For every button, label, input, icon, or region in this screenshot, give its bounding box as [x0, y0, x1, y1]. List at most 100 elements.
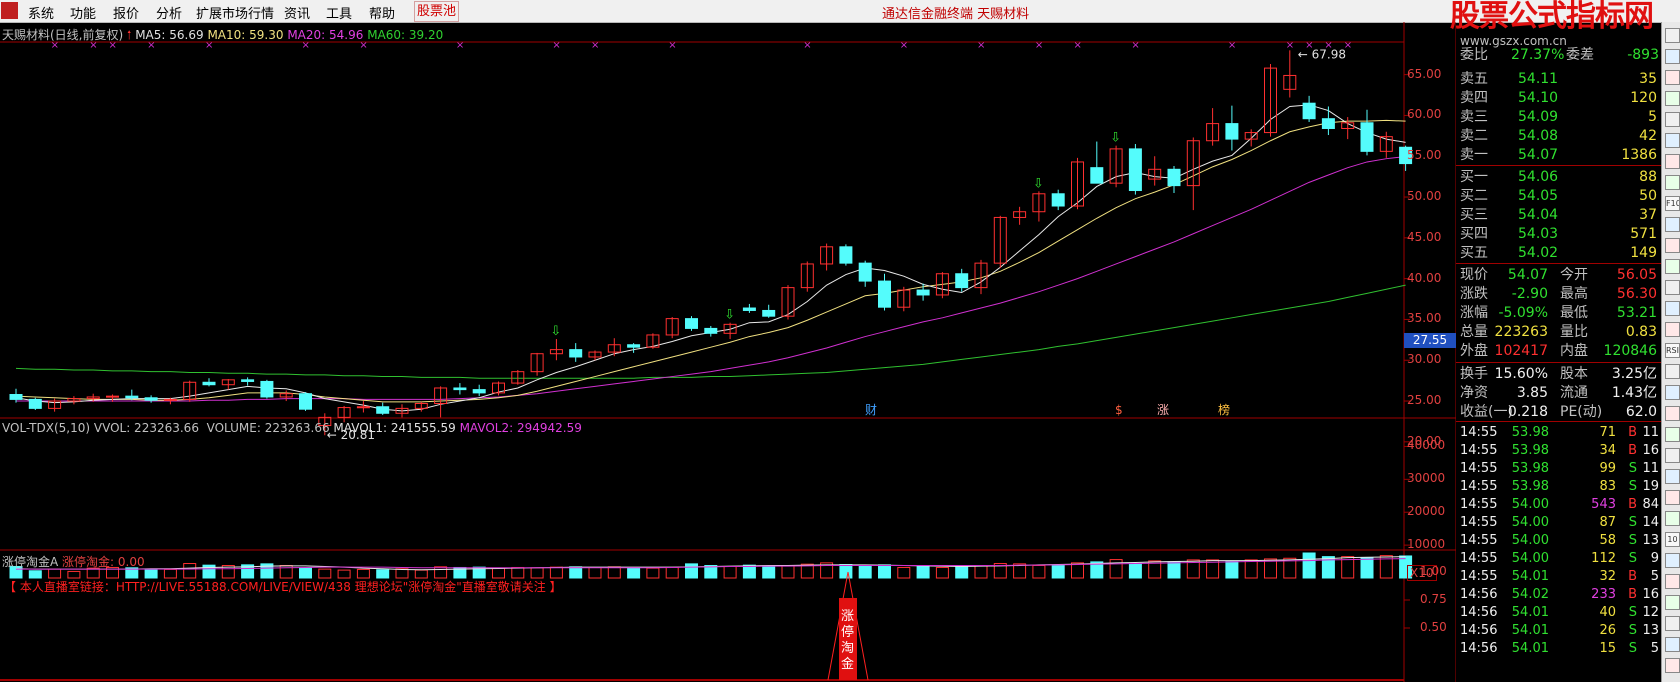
refresh-icon[interactable]: [1665, 28, 1680, 43]
volume-bar: [781, 565, 795, 579]
indicator-notice[interactable]: 【 本人直播室链接：HTTP://LIVE.55188.COM/LIVE/VIE…: [4, 578, 562, 595]
panel-cell: 9: [1650, 551, 1659, 566]
ind-y-label: 1.00: [1420, 564, 1447, 578]
plus-icon[interactable]: [1665, 385, 1680, 400]
panel-cell: S: [1628, 479, 1637, 494]
link-icon[interactable]: [1665, 595, 1680, 610]
note-icon[interactable]: [1665, 574, 1680, 589]
help-icon[interactable]: [1665, 511, 1680, 526]
volume-bar: [935, 566, 949, 579]
panel-cell: 今开: [1560, 267, 1588, 283]
volume-bar: [1128, 563, 1142, 579]
panel-cell: 卖三: [1460, 109, 1488, 125]
side-toolbar: F10 RSI 10: [1661, 22, 1680, 682]
bar-icon[interactable]: [1665, 112, 1680, 127]
panel-cell: 56.05: [1616, 267, 1657, 283]
panel-cell: 0.218: [1507, 404, 1548, 420]
bid-row: 买二 54.05 50: [1456, 187, 1661, 206]
main-y-label: 65.00: [1407, 66, 1442, 81]
num-icon[interactable]: 10: [1665, 532, 1680, 547]
candle-body: [1167, 168, 1181, 187]
pie-icon[interactable]: [1665, 301, 1680, 316]
volume-bar: [955, 565, 969, 579]
panel-cell: 50: [1639, 188, 1657, 204]
main-y-label: 45.00: [1407, 229, 1442, 244]
flow-icon[interactable]: [1665, 322, 1680, 337]
flag-icon[interactable]: [1665, 637, 1680, 652]
calc-icon[interactable]: [1665, 238, 1680, 253]
vol-y-label: 30000: [1407, 471, 1446, 486]
candle-body: [260, 380, 274, 398]
star-icon[interactable]: [1665, 658, 1680, 673]
panel-cell: S: [1628, 515, 1637, 530]
top-marker-icon: ×: [1074, 40, 1082, 51]
tick-icon[interactable]: [1665, 154, 1680, 169]
main-y-label: 30.00: [1407, 352, 1442, 367]
main-chart-legend: 天赐材料(日线,前复权) 🠑 MA5: 56.69 MA10: 59.30 MA…: [2, 26, 443, 47]
news-icon[interactable]: [1665, 217, 1680, 232]
volume-bar: [858, 565, 872, 579]
panel-cell: 最低: [1560, 305, 1588, 321]
volume-bar: [685, 563, 698, 579]
panel-cell: 54.11: [1518, 71, 1559, 87]
main-y-label: 25.00: [1407, 393, 1442, 408]
panel-cell: 外盘: [1460, 343, 1488, 359]
hand-icon[interactable]: [1665, 616, 1680, 631]
event-marker-1: $: [1115, 403, 1123, 417]
panel-cell: 54.10: [1518, 90, 1559, 106]
volume-bar: [318, 568, 332, 579]
zoom-icon[interactable]: [1665, 469, 1680, 484]
info-icon[interactable]: [1665, 364, 1680, 379]
panel-cell: 40: [1599, 605, 1616, 620]
stat-row: 现价 54.07 今开 56.05: [1456, 266, 1661, 285]
down-arrow-icon: ⇩: [1110, 131, 1121, 146]
panel-cell: 58: [1599, 533, 1616, 548]
panel-cell: -893: [1627, 47, 1659, 63]
volume-bar: [569, 566, 583, 579]
panel-cell: S: [1628, 605, 1637, 620]
tick-row: 14:56 54.01 26 S 13: [1456, 622, 1661, 640]
fund-row: 净资 3.85 流通 1.43亿: [1456, 384, 1661, 403]
candle-body: [163, 398, 177, 401]
list-icon[interactable]: [1665, 49, 1680, 64]
panel-cell: 87: [1599, 515, 1616, 530]
panel-cell: 34: [1599, 443, 1616, 458]
minus-icon[interactable]: [1665, 406, 1680, 421]
layout-icon[interactable]: [1665, 259, 1680, 274]
indicator-signal-char: 涨: [841, 609, 854, 624]
pen-icon[interactable]: [1665, 448, 1680, 463]
candle-body: [144, 397, 158, 401]
cog-icon[interactable]: [1665, 490, 1680, 505]
rsi-icon[interactable]: RSI: [1665, 343, 1680, 358]
line-icon[interactable]: [1665, 133, 1680, 148]
move-icon[interactable]: [1665, 427, 1680, 442]
stack-icon[interactable]: [1665, 280, 1680, 295]
panel-cell: 14:55: [1460, 461, 1498, 476]
check-icon[interactable]: [1665, 553, 1680, 568]
grid-icon[interactable]: [1665, 70, 1680, 85]
panel-cell: 卖一: [1460, 147, 1488, 163]
top-marker-icon: ×: [977, 40, 985, 51]
panel-cell: -2.90: [1511, 286, 1548, 302]
panel-cell: 收益(一): [1460, 404, 1513, 420]
mavol1-label: MAVOL1: 241555.59: [333, 421, 456, 435]
main-chart-title: 天赐材料(日线,前复权): [2, 28, 124, 42]
volume-bar: [839, 564, 853, 579]
volume-bar: [665, 566, 679, 579]
volume-bar: [183, 563, 197, 579]
top-marker-icon: ×: [900, 40, 908, 51]
panel-cell: 14:56: [1460, 641, 1498, 656]
up-arrow-icon: 🠑: [127, 28, 132, 42]
candle-body: [1321, 118, 1335, 129]
volume-bar: [337, 569, 351, 579]
top-marker-icon: ×: [1035, 40, 1043, 51]
panel-cell: 14:55: [1460, 479, 1498, 494]
box-icon[interactable]: [1665, 175, 1680, 190]
panel-cell: 卖四: [1460, 90, 1488, 106]
panel-cell: 54.06: [1518, 169, 1559, 185]
fund-icon[interactable]: F10: [1665, 196, 1680, 211]
chart-icon[interactable]: [1665, 91, 1680, 106]
panel-cell: S: [1628, 533, 1637, 548]
panel-cell: B: [1628, 443, 1637, 458]
volume-bar: [974, 565, 988, 579]
